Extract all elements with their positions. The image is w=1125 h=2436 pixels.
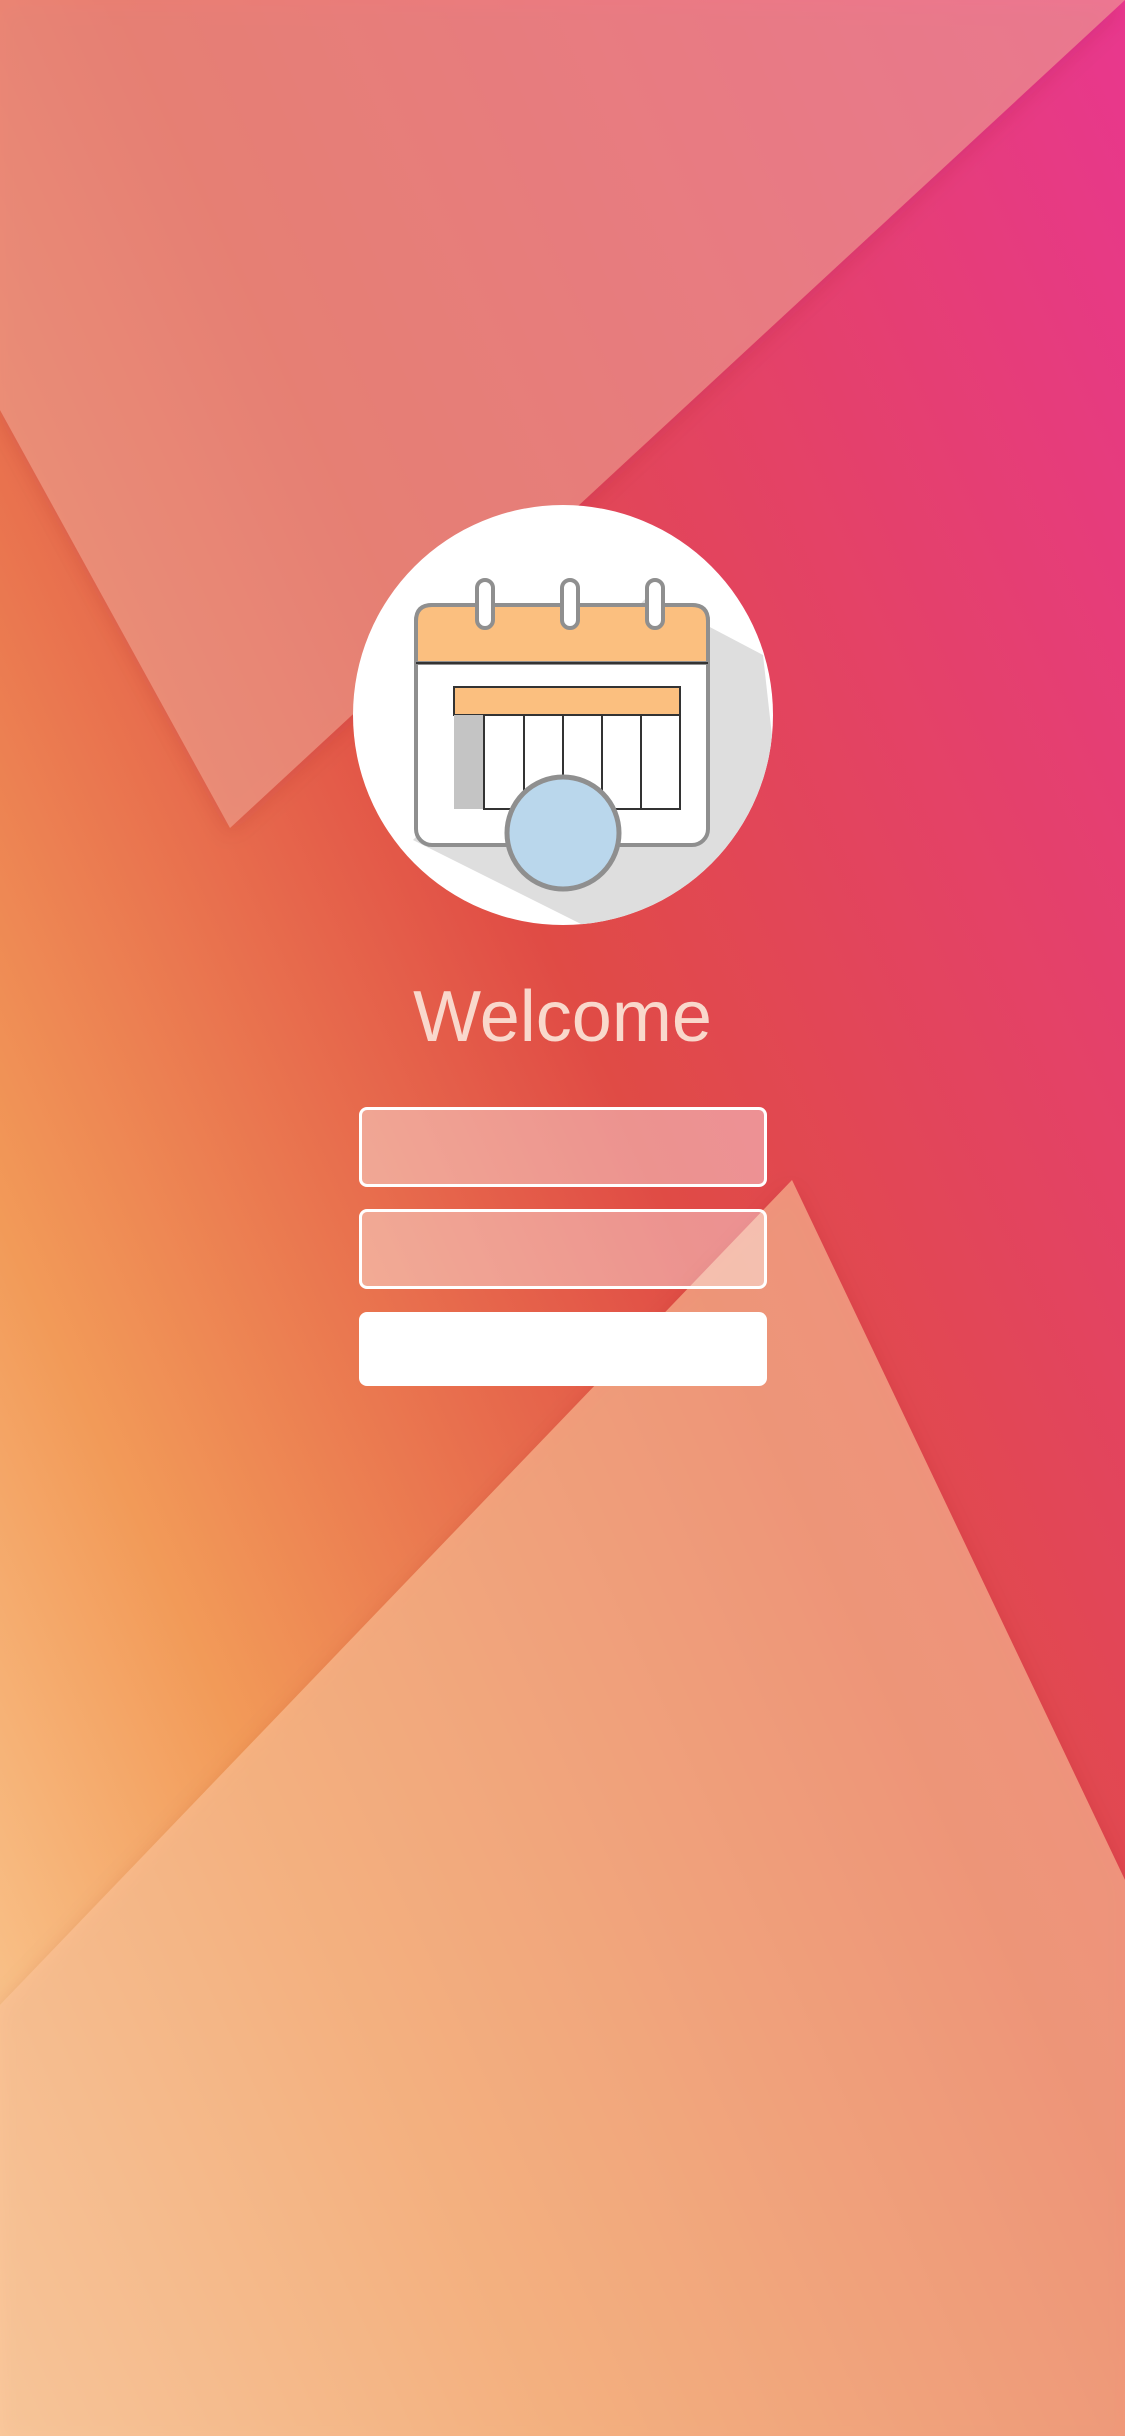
login-button[interactable] [359, 1312, 767, 1386]
password-field[interactable] [359, 1209, 767, 1289]
app-logo [353, 505, 773, 925]
username-field[interactable] [359, 1107, 767, 1187]
welcome-title: Welcome [413, 977, 712, 1057]
calendar-icon [353, 505, 773, 925]
